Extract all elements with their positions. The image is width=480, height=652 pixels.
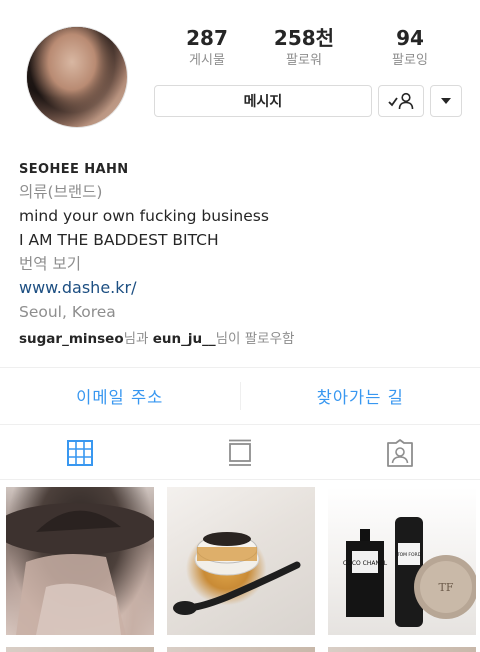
grid-photo-6[interactable] <box>328 647 476 652</box>
tab-tagged[interactable] <box>320 426 480 479</box>
tagged-person-icon <box>387 438 413 467</box>
profile-avatar[interactable] <box>26 26 128 128</box>
profile-name: SEOHEE HAHN <box>19 162 129 177</box>
spray-label: TOM FORD <box>396 552 422 558</box>
following-check-person-icon <box>388 92 414 110</box>
following-count: 94 <box>396 26 424 50</box>
followed-user-2[interactable]: eun_ju__ <box>153 331 216 347</box>
grid-photo-2[interactable] <box>167 487 315 635</box>
directions-button[interactable]: 찾아가는 길 <box>241 368 480 424</box>
list-view-icon <box>229 439 251 466</box>
grid-photo-4[interactable] <box>6 647 154 652</box>
followed-join-text: 님과 <box>123 331 153 347</box>
message-button[interactable]: 메시지 <box>154 85 372 117</box>
caret-down-icon <box>441 98 451 104</box>
bio-line-2: I AM THE BADDEST BITCH <box>19 231 219 249</box>
followed-user-1[interactable]: sugar_minseo <box>19 331 124 347</box>
followed-by[interactable]: sugar_minseo님과 eun_ju__님이 팔로우함 <box>19 328 459 350</box>
profile-location: Seoul, Korea <box>19 303 116 321</box>
followers-label: 팔로워 <box>286 53 322 68</box>
posts-count: 287 <box>186 26 228 50</box>
bottle-label: COCO CHANEL <box>343 560 388 567</box>
following-button[interactable] <box>378 85 424 117</box>
hat-figure-image <box>6 503 154 635</box>
grid-photo-3[interactable]: COCO CHANEL TOM FORD TF <box>328 487 476 635</box>
tab-grid[interactable] <box>0 426 160 479</box>
contact-row: 이메일 주소 찾아가는 길 <box>0 367 480 425</box>
grid-photo-5[interactable] <box>167 647 315 652</box>
grid-photo-1[interactable] <box>6 487 154 635</box>
following-label: 팔로잉 <box>392 53 428 68</box>
bio-line-1: mind your own fucking business <box>19 207 269 225</box>
stat-following[interactable]: 94 팔로잉 <box>365 25 455 71</box>
compact-label: TF <box>439 581 454 594</box>
profile-tabs <box>0 426 480 480</box>
grid-icon <box>67 439 93 466</box>
followers-count: 258천 <box>273 26 335 50</box>
profile-actions: 메시지 <box>154 85 462 117</box>
profile-stats: 287 게시물 258천 팔로워 94 팔로잉 <box>162 25 462 85</box>
email-button[interactable]: 이메일 주소 <box>0 368 240 424</box>
perfume-products-image: COCO CHANEL TOM FORD TF <box>343 517 476 627</box>
profile-bio: SEOHEE HAHN 의류(브랜드) mind your own fuckin… <box>19 160 459 350</box>
stat-posts[interactable]: 287 게시물 <box>162 25 252 71</box>
website-link[interactable]: www.dashe.kr/ <box>19 276 459 300</box>
pudding-spoon-image <box>173 532 301 615</box>
translate-link[interactable]: 번역 보기 <box>19 252 459 276</box>
posts-label: 게시물 <box>189 53 225 68</box>
followed-suffix-text: 님이 팔로우함 <box>215 331 295 347</box>
more-options-button[interactable] <box>430 85 462 117</box>
tab-list[interactable] <box>160 426 320 479</box>
profile-category: 의류(브랜드) <box>19 183 103 201</box>
stat-followers[interactable]: 258천 팔로워 <box>259 25 349 71</box>
avatar-photo <box>27 27 127 127</box>
